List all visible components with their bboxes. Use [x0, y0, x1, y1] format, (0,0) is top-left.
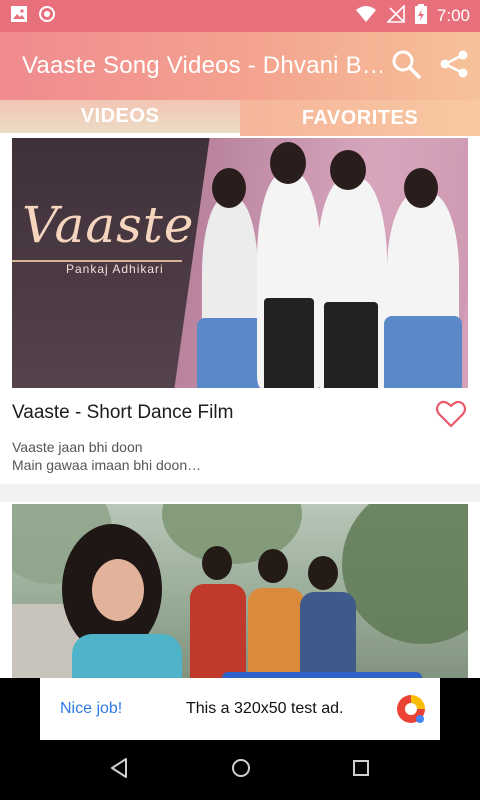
search-button[interactable]	[388, 46, 424, 86]
video-description-line: Vaaste jaan bhi doon	[12, 439, 143, 455]
record-icon	[38, 5, 56, 28]
image-icon	[10, 5, 28, 28]
search-icon	[390, 48, 422, 85]
tab-videos[interactable]: VIDEOS	[0, 100, 240, 136]
app-title: Vaaste Song Videos - Dhvani B…	[22, 52, 382, 79]
navigation-bar	[0, 740, 480, 800]
share-button[interactable]	[436, 46, 472, 86]
tab-favorites[interactable]: FAVORITES	[240, 100, 480, 136]
battery-charging-icon	[414, 3, 427, 29]
share-icon	[438, 48, 470, 85]
thumbnail-logo-text: Vaaste	[22, 196, 195, 254]
ad-message: This a 320x50 test ad.	[186, 700, 344, 717]
app-bar: Vaaste Song Videos - Dhvani B…	[0, 32, 480, 100]
video-thumbnail[interactable]: Vaaste Pankaj Adhikari	[12, 138, 468, 388]
ad-nice-job-text: Nice job!	[60, 700, 123, 717]
favorite-button[interactable]	[435, 400, 468, 432]
thumbnail-subtitle: Pankaj Adhikari	[66, 262, 164, 276]
video-card[interactable]	[0, 502, 480, 678]
video-list[interactable]: Vaaste Pankaj Adhikari Vaaste - Short Da…	[0, 136, 480, 678]
home-icon[interactable]	[230, 757, 252, 784]
tab-favorites-label: FAVORITES	[301, 106, 419, 129]
video-thumbnail[interactable]	[12, 504, 468, 678]
recents-icon[interactable]	[351, 758, 371, 783]
tab-bar: VIDEOS FAVORITES	[0, 100, 480, 136]
wifi-icon	[355, 5, 377, 28]
video-card[interactable]: Vaaste Pankaj Adhikari Vaaste - Short Da…	[0, 136, 480, 484]
video-description-line: Main gawaa imaan bhi doon…	[12, 457, 202, 473]
back-icon[interactable]	[109, 757, 131, 784]
video-description: Vaaste jaan bhi doon Main gawaa imaan bh…	[12, 438, 468, 474]
ad-logo-icon	[394, 692, 428, 726]
ad-content[interactable]: Nice job! This a 320x50 test ad.	[40, 678, 440, 740]
heart-outline-icon	[435, 400, 467, 432]
video-title[interactable]: Vaaste - Short Dance Film	[12, 402, 436, 424]
status-bar: 7:00	[0, 0, 480, 32]
status-time: 7:00	[436, 6, 470, 25]
tab-videos-label: VIDEOS	[80, 105, 160, 127]
no-signal-icon	[385, 3, 405, 28]
